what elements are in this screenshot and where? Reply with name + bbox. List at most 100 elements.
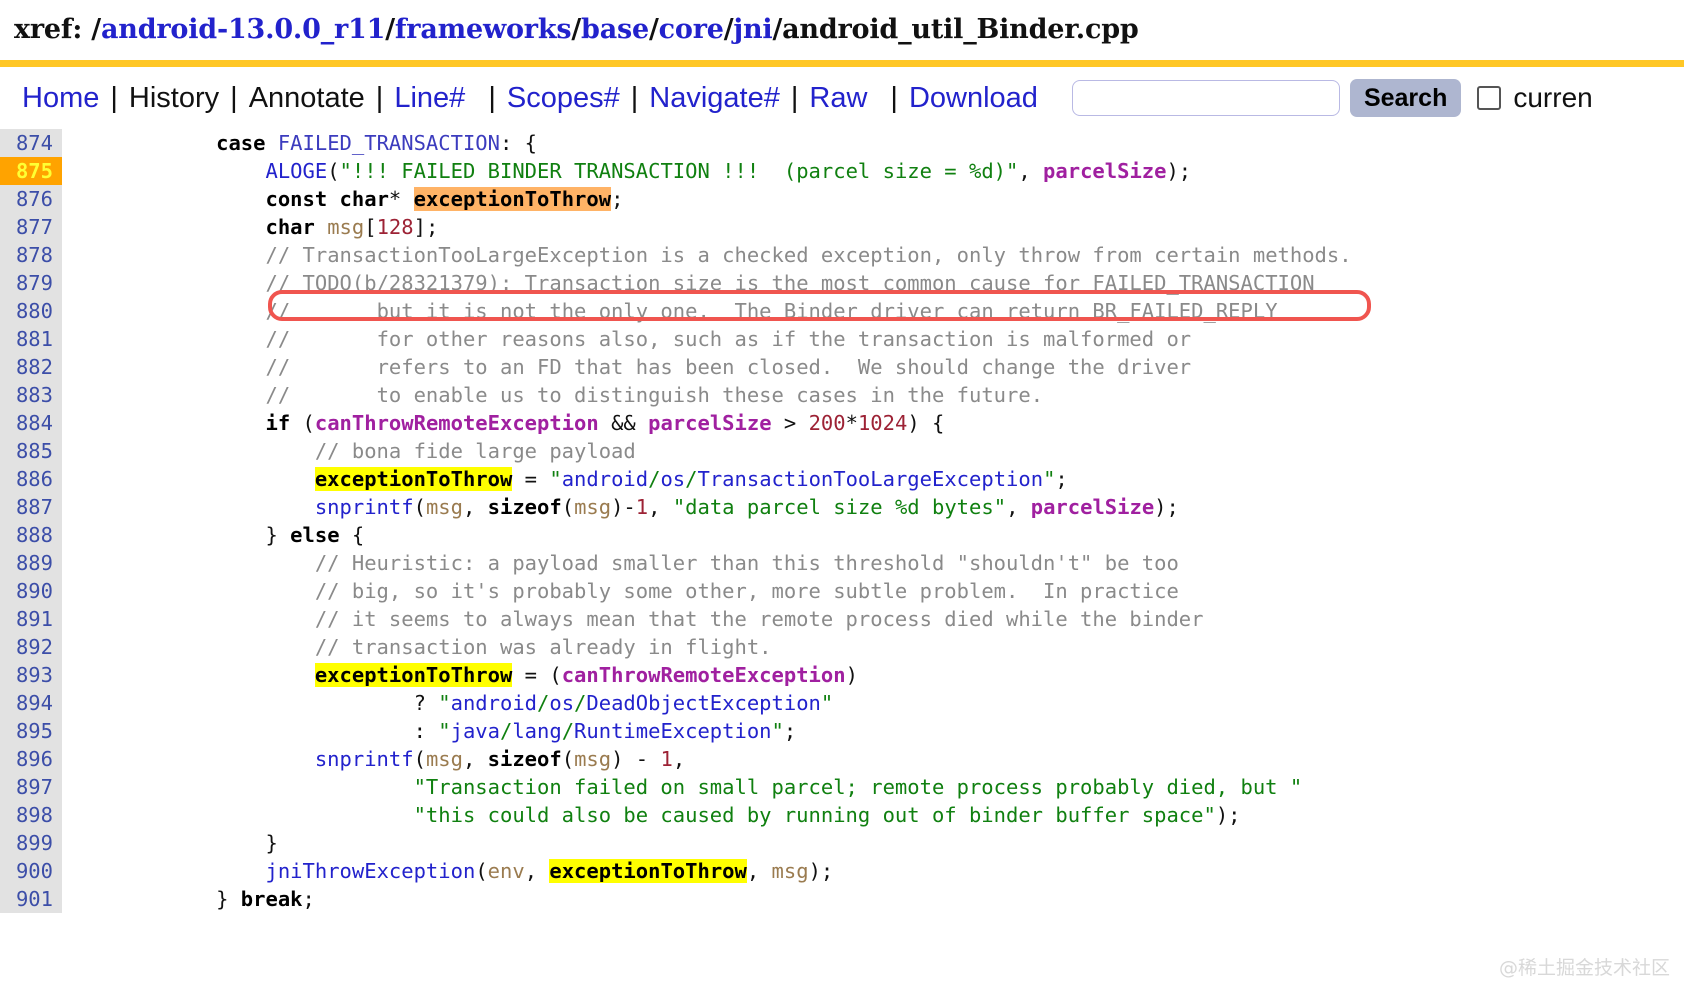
code-line: 899 } <box>0 829 1684 857</box>
code-line-text: // it seems to always mean that the remo… <box>314 607 1204 631</box>
current-directory-label: curren <box>1513 82 1593 113</box>
code-line: 889 // Heuristic: a payload smaller than… <box>0 549 1684 577</box>
line-number[interactable]: 874 <box>0 129 62 157</box>
code-line: 882 // refers to an FD that has been clo… <box>0 353 1684 381</box>
code-line: 881 // for other reasons also, such as i… <box>0 325 1684 353</box>
code-line-text: "this could also be caused by running ou… <box>413 803 1241 827</box>
code-line-text: snprintf(msg, sizeof(msg)-1, "data parce… <box>314 495 1179 519</box>
line-number[interactable]: 894 <box>0 689 62 717</box>
toolbar-divider: | <box>230 81 238 114</box>
code-line: 886 exceptionToThrow = "android/os/Trans… <box>0 465 1684 493</box>
nav-scopes-link[interactable]: Scopes# <box>497 82 630 115</box>
code-line: 893 exceptionToThrow = (canThrowRemoteEx… <box>0 661 1684 689</box>
code-line-text: : "java/lang/RuntimeException"; <box>68 719 797 743</box>
code-line-text: ? "android/os/DeadObjectException" <box>68 691 834 715</box>
line-number[interactable]: 877 <box>0 213 62 241</box>
nav-line-link[interactable]: Line# <box>384 82 475 115</box>
line-number[interactable]: 898 <box>0 801 62 829</box>
breadcrumb-segment-core[interactable]: core <box>659 14 724 45</box>
path-separator: / <box>648 14 659 45</box>
line-number[interactable]: 893 <box>0 661 62 689</box>
current-directory-checkbox[interactable] <box>1477 86 1502 110</box>
line-number[interactable]: 878 <box>0 241 62 269</box>
line-number[interactable]: 886 <box>0 465 62 493</box>
toolbar-divider: | <box>790 81 799 114</box>
line-number[interactable]: 889 <box>0 549 62 577</box>
code-line: 900 jniThrowException(env, exceptionToTh… <box>0 857 1684 885</box>
code-line: 894 ? "android/os/DeadObjectException" <box>0 689 1684 717</box>
code-line-text: // big, so it's probably some other, mor… <box>314 579 1179 603</box>
xref-label: xref: <box>14 14 83 45</box>
line-number[interactable]: 895 <box>0 717 62 745</box>
line-number[interactable]: 891 <box>0 605 62 633</box>
line-number[interactable]: 883 <box>0 381 62 409</box>
toolbar: Home | History | Annotate | Line# | Scop… <box>0 67 1684 129</box>
line-number[interactable]: 888 <box>0 521 62 549</box>
line-number[interactable]: 880 <box>0 297 62 325</box>
nav-annotate-label[interactable]: Annotate <box>239 82 375 115</box>
line-number[interactable]: 879 <box>0 269 62 297</box>
nav-download-link[interactable]: Download <box>899 82 1048 115</box>
code-line: 896 snprintf(msg, sizeof(msg) - 1, <box>0 745 1684 773</box>
search-button[interactable]: Search <box>1349 79 1462 117</box>
nav-navigate-link[interactable]: Navigate# <box>639 82 790 115</box>
code-line: 892 // transaction was already in flight… <box>0 633 1684 661</box>
line-number[interactable]: 899 <box>0 829 62 857</box>
breadcrumb-segment-frameworks[interactable]: frameworks <box>395 14 572 45</box>
nav-raw-link[interactable]: Raw <box>799 82 877 115</box>
code-line-text: // refers to an FD that has been closed.… <box>265 355 1192 379</box>
code-line-text: // TODO(b/28321379): Transaction size is… <box>265 271 1315 295</box>
accent-rule <box>0 60 1684 67</box>
code-line: 888 } else { <box>0 521 1684 549</box>
code-line-list: 874 case FAILED_TRANSACTION: {875 ALOGE(… <box>0 129 1684 913</box>
toolbar-divider: | <box>630 81 639 114</box>
code-line: 884 if (canThrowRemoteException && parce… <box>0 409 1684 437</box>
code-line: 880 // but it is not the only one. The B… <box>0 297 1684 325</box>
toolbar-divider: | <box>488 81 496 114</box>
watermark: @稀土掘金技术社区 <box>1498 957 1670 979</box>
code-line-text: exceptionToThrow = "android/os/Transacti… <box>314 467 1068 491</box>
line-number[interactable]: 896 <box>0 745 62 773</box>
line-number[interactable]: 892 <box>0 633 62 661</box>
code-line-text: // for other reasons also, such as if th… <box>265 327 1192 351</box>
search-input[interactable] <box>1071 80 1340 116</box>
code-line-text: } break; <box>68 887 315 911</box>
line-number[interactable]: 875 <box>0 157 62 185</box>
code-viewer: 874 case FAILED_TRANSACTION: {875 ALOGE(… <box>0 129 1684 913</box>
nav-home-link[interactable]: Home <box>12 82 109 115</box>
line-number[interactable]: 882 <box>0 353 62 381</box>
code-line-text: // TransactionTooLargeException is a che… <box>265 243 1352 267</box>
line-number[interactable]: 900 <box>0 857 62 885</box>
path-separator: / <box>91 14 101 45</box>
breadcrumb-segment-base[interactable]: base <box>581 14 649 45</box>
code-line: 895 : "java/lang/RuntimeException"; <box>0 717 1684 745</box>
code-line: 891 // it seems to always mean that the … <box>0 605 1684 633</box>
code-line-text: snprintf(msg, sizeof(msg) - 1, <box>314 747 686 771</box>
code-line: 876 const char* exceptionToThrow; <box>0 185 1684 213</box>
line-number[interactable]: 901 <box>0 885 62 913</box>
line-number[interactable]: 876 <box>0 185 62 213</box>
line-number[interactable]: 897 <box>0 773 62 801</box>
line-number[interactable]: 885 <box>0 437 62 465</box>
path-separator: / <box>723 14 734 45</box>
code-line-text: "Transaction failed on small parcel; rem… <box>413 775 1303 799</box>
breadcrumb-segment-android[interactable]: android-13.0.0_r11 <box>101 14 385 45</box>
code-line-text: char msg[128]; <box>265 215 439 239</box>
code-line-text: // to enable us to distinguish these cas… <box>265 383 1044 407</box>
nav-history-label[interactable]: History <box>119 82 229 115</box>
line-number[interactable]: 884 <box>0 409 62 437</box>
code-line: 897 "Transaction failed on small parcel;… <box>0 773 1684 801</box>
code-line-text: // but it is not the only one. The Binde… <box>265 299 1278 323</box>
code-line: 877 char msg[128]; <box>0 213 1684 241</box>
code-line-text: exceptionToThrow = (canThrowRemoteExcept… <box>314 663 858 687</box>
code-line: 883 // to enable us to distinguish these… <box>0 381 1684 409</box>
code-line-text: if (canThrowRemoteException && parcelSiz… <box>265 411 945 435</box>
line-number[interactable]: 890 <box>0 577 62 605</box>
path-separator: / <box>772 14 783 45</box>
code-line: 898 "this could also be caused by runnin… <box>0 801 1684 829</box>
breadcrumb-segment-jni[interactable]: jni <box>733 14 772 45</box>
code-line-text: ALOGE("!!! FAILED BINDER TRANSACTION !!!… <box>265 159 1192 183</box>
line-number[interactable]: 887 <box>0 493 62 521</box>
code-line: 885 // bona fide large payload <box>0 437 1684 465</box>
line-number[interactable]: 881 <box>0 325 62 353</box>
